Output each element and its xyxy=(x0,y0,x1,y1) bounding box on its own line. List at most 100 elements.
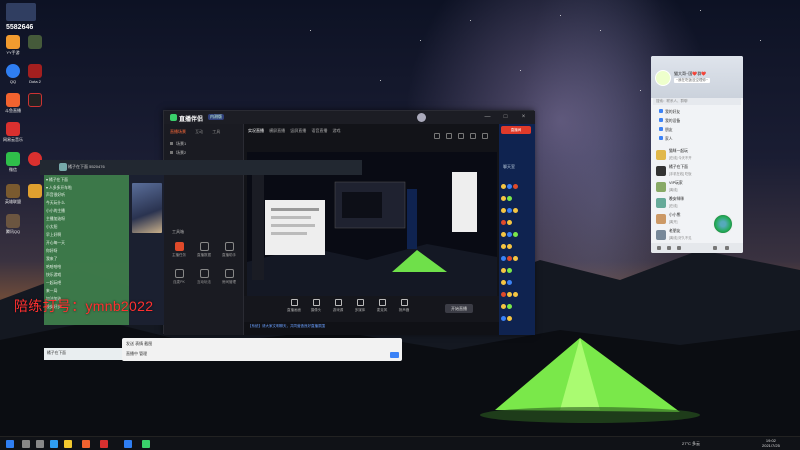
promo-image xyxy=(132,183,162,233)
share-icon[interactable] xyxy=(470,133,476,139)
friend-group[interactable]: 我的好友 xyxy=(659,109,680,115)
tab-scenes[interactable]: 直播场景 xyxy=(170,129,186,134)
desktop-watermark-logo: 5582646 xyxy=(2,1,42,31)
chat-room-title: 聊天室 xyxy=(503,164,515,169)
maximize-button[interactable]: □ xyxy=(502,114,509,121)
list-item[interactable]: 小小的主播 xyxy=(46,209,65,214)
game-icon xyxy=(28,35,42,49)
layout-icon[interactable] xyxy=(434,133,440,139)
desktop-icon-lol[interactable]: 英雄联盟 xyxy=(2,184,24,205)
menu-icon[interactable] xyxy=(657,246,661,250)
desktop-icon-music[interactable]: 网易云音乐 xyxy=(2,122,24,143)
live-room-button[interactable]: 直播间 xyxy=(501,126,531,134)
list-item[interactable]: 快乐游戏 xyxy=(46,273,61,278)
task-view-icon[interactable] xyxy=(36,440,44,448)
desktop-icon-app[interactable] xyxy=(24,93,46,107)
list-item[interactable]: 早上好啊 xyxy=(46,233,61,238)
edge-icon[interactable] xyxy=(50,440,58,448)
friend-item[interactable]: VIP玩家 [离线] xyxy=(654,180,740,194)
list-item[interactable]: 哈哈哈哈 xyxy=(46,265,61,270)
desktop-icon-dota[interactable]: Dota 2 xyxy=(24,64,46,84)
folder-icon[interactable] xyxy=(64,440,72,448)
settings-icon[interactable] xyxy=(677,246,681,250)
friend-group[interactable]: 家人 xyxy=(659,136,673,142)
desktop-icon-label: 微信 xyxy=(9,167,17,172)
weather-widget[interactable]: 27°C 多云 xyxy=(682,441,700,447)
start-live-button[interactable]: 开始直播 xyxy=(445,304,473,313)
apps-icon[interactable] xyxy=(725,246,729,250)
source-speaker[interactable]: 扬声器 xyxy=(394,299,414,313)
stream-app-icon[interactable] xyxy=(142,440,150,448)
system-clock[interactable]: 19:02 2021/7/25 xyxy=(762,438,780,448)
settings-icon[interactable] xyxy=(446,133,452,139)
list-item[interactable]: 来一局 xyxy=(46,289,57,294)
minimize-button[interactable]: — xyxy=(484,114,491,121)
chat-message xyxy=(501,232,533,239)
chat-message xyxy=(501,304,533,311)
fullscreen-icon[interactable] xyxy=(458,133,464,139)
chat-message xyxy=(501,196,533,203)
tab-mode-game[interactable]: 游戏 xyxy=(333,128,341,133)
friend-status: [离线] 好久不见 xyxy=(669,236,692,240)
desktop-icon-tencent[interactable]: 腾讯QQ xyxy=(2,214,24,235)
tab-interact[interactable]: 互动 xyxy=(195,129,203,134)
friend-item[interactable]: 橘子在下面 [手机在线] 吃饭 xyxy=(654,164,740,178)
friend-group[interactable]: 我的设备 xyxy=(659,118,680,124)
qq-signature[interactable]: ~我在吃饭没空理你~ xyxy=(674,78,711,83)
music-icon[interactable] xyxy=(100,440,108,448)
avatar xyxy=(656,230,666,240)
chat-message xyxy=(501,280,533,287)
tab-mode-portrait[interactable]: 竖屏直播 xyxy=(290,128,306,133)
avatar[interactable] xyxy=(655,70,671,86)
scene-item[interactable]: 场景2 xyxy=(170,150,186,156)
message-input-area[interactable]: 发送 表情 截图 直播中 管理 xyxy=(122,338,402,361)
friend-group[interactable]: 朋友 xyxy=(659,127,673,133)
friend-item[interactable]: 猫咪一起玩 [在线] 今天不开 xyxy=(654,148,740,162)
avatar[interactable] xyxy=(59,163,67,171)
music-icon xyxy=(6,122,20,136)
user-avatar[interactable] xyxy=(417,113,426,122)
tab-mode-landscape[interactable]: 横屏直播 xyxy=(269,128,285,133)
tab-mode-voice[interactable]: 语音直播 xyxy=(311,128,327,133)
list-item[interactable]: 一起玩吧 xyxy=(46,281,61,286)
more-icon[interactable] xyxy=(482,133,488,139)
scene-item[interactable]: 场景1 xyxy=(170,141,186,147)
start-icon[interactable] xyxy=(6,440,14,448)
douyu-icon[interactable] xyxy=(82,440,90,448)
close-button[interactable]: × xyxy=(520,114,527,121)
list-item[interactable]: 主播加油呀 xyxy=(46,217,65,222)
list-item[interactable]: ▾ 橘子在下面 xyxy=(46,177,68,183)
desktop-icon-qq[interactable]: QQ xyxy=(2,64,24,84)
left-tabs: 直播场景 互动 工具 xyxy=(170,129,228,135)
friend-item[interactable]: 晚安咪咪 [在线] xyxy=(654,196,740,210)
group-label: 我的好友 xyxy=(665,110,681,114)
list-item[interactable]: ▾ 人多多开车啦 xyxy=(46,185,72,191)
desktop-icon-game[interactable] xyxy=(24,35,46,49)
send-button[interactable] xyxy=(390,352,399,358)
qq-bottom-bar xyxy=(651,243,743,253)
list-item[interactable]: 我来了 xyxy=(46,257,57,262)
floating-avatar[interactable] xyxy=(713,214,733,234)
chat-message xyxy=(501,208,533,215)
source-microphone[interactable]: 麦克风 xyxy=(372,299,392,313)
tab-mode-live[interactable]: 实况直播 xyxy=(248,128,264,133)
yy-icon xyxy=(6,35,20,49)
desktop-icon-wechat[interactable]: 微信 xyxy=(2,152,24,173)
group-icon xyxy=(659,118,663,122)
list-item[interactable]: 声音很好听 xyxy=(46,193,65,198)
list-item[interactable]: 小太阳 xyxy=(46,225,57,230)
list-item[interactable]: 你好呀 xyxy=(46,249,57,254)
friend-name: 小小熊 xyxy=(669,213,681,217)
desktop-icon-yy[interactable]: YY手游 xyxy=(2,35,24,56)
search-input[interactable]: 搜索：联系人、群聊 xyxy=(653,98,741,105)
tab-tools[interactable]: 工具 xyxy=(212,129,220,134)
group-icon xyxy=(659,127,663,131)
search-icon[interactable] xyxy=(22,440,30,448)
contacts-icon[interactable] xyxy=(667,246,671,250)
input-toolbar[interactable]: 发送 表情 截图 xyxy=(126,341,152,347)
list-item[interactable]: 今天玩什么 xyxy=(46,201,65,206)
list-item[interactable]: 开心每一天 xyxy=(46,241,65,246)
add-friend-icon[interactable] xyxy=(713,246,717,250)
qq-icon[interactable] xyxy=(124,440,132,448)
desktop-icon-douyu[interactable]: 斗鱼直播 xyxy=(2,93,24,114)
